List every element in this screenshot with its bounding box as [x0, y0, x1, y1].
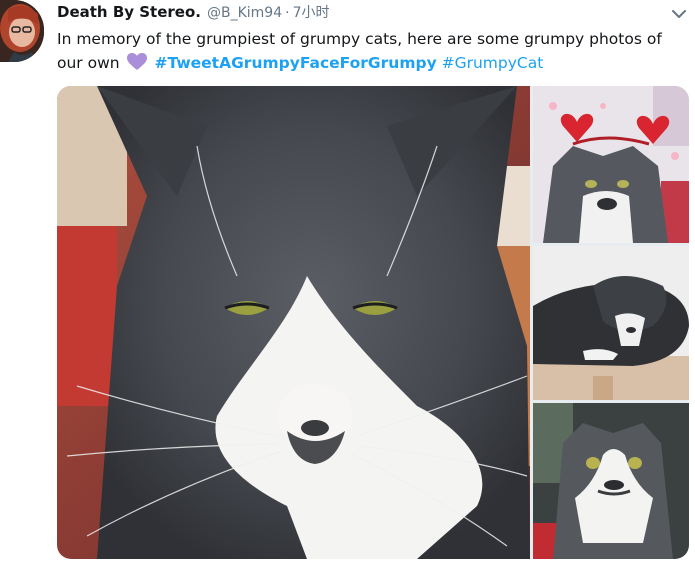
tweet-text: In memory of the grumpiest of grumpy cat…	[57, 27, 692, 75]
timestamp[interactable]: 7小时	[293, 2, 330, 22]
separator-dot: ·	[285, 5, 290, 21]
chevron-down-icon[interactable]	[670, 6, 688, 20]
cat-sitting-looking-up-photo[interactable]	[533, 403, 689, 559]
display-name[interactable]: Death By Stereo.	[57, 3, 201, 21]
hashtag-tweetagrumpyface-link[interactable]: #TweetAGrumpyFaceForGrumpy	[154, 54, 436, 72]
cat-with-heart-headband-photo[interactable]	[533, 86, 689, 243]
hashtag-grumpycat-link[interactable]: #GrumpyCat	[442, 54, 544, 72]
user-handle[interactable]: @B_Kim94	[207, 5, 282, 21]
media-grid	[57, 86, 689, 559]
tweet-card[interactable]: Death By Stereo. @B_Kim94 · 7小时 In memor…	[0, 0, 695, 564]
tweet-header: Death By Stereo. @B_Kim94 · 7小时	[57, 2, 330, 24]
avatar[interactable]	[0, 0, 44, 62]
cat-lying-on-cat-tree-photo[interactable]	[533, 246, 689, 400]
purple-heart-emoji-icon	[126, 53, 147, 71]
grumpy-cat-closeup-photo[interactable]	[57, 86, 530, 559]
